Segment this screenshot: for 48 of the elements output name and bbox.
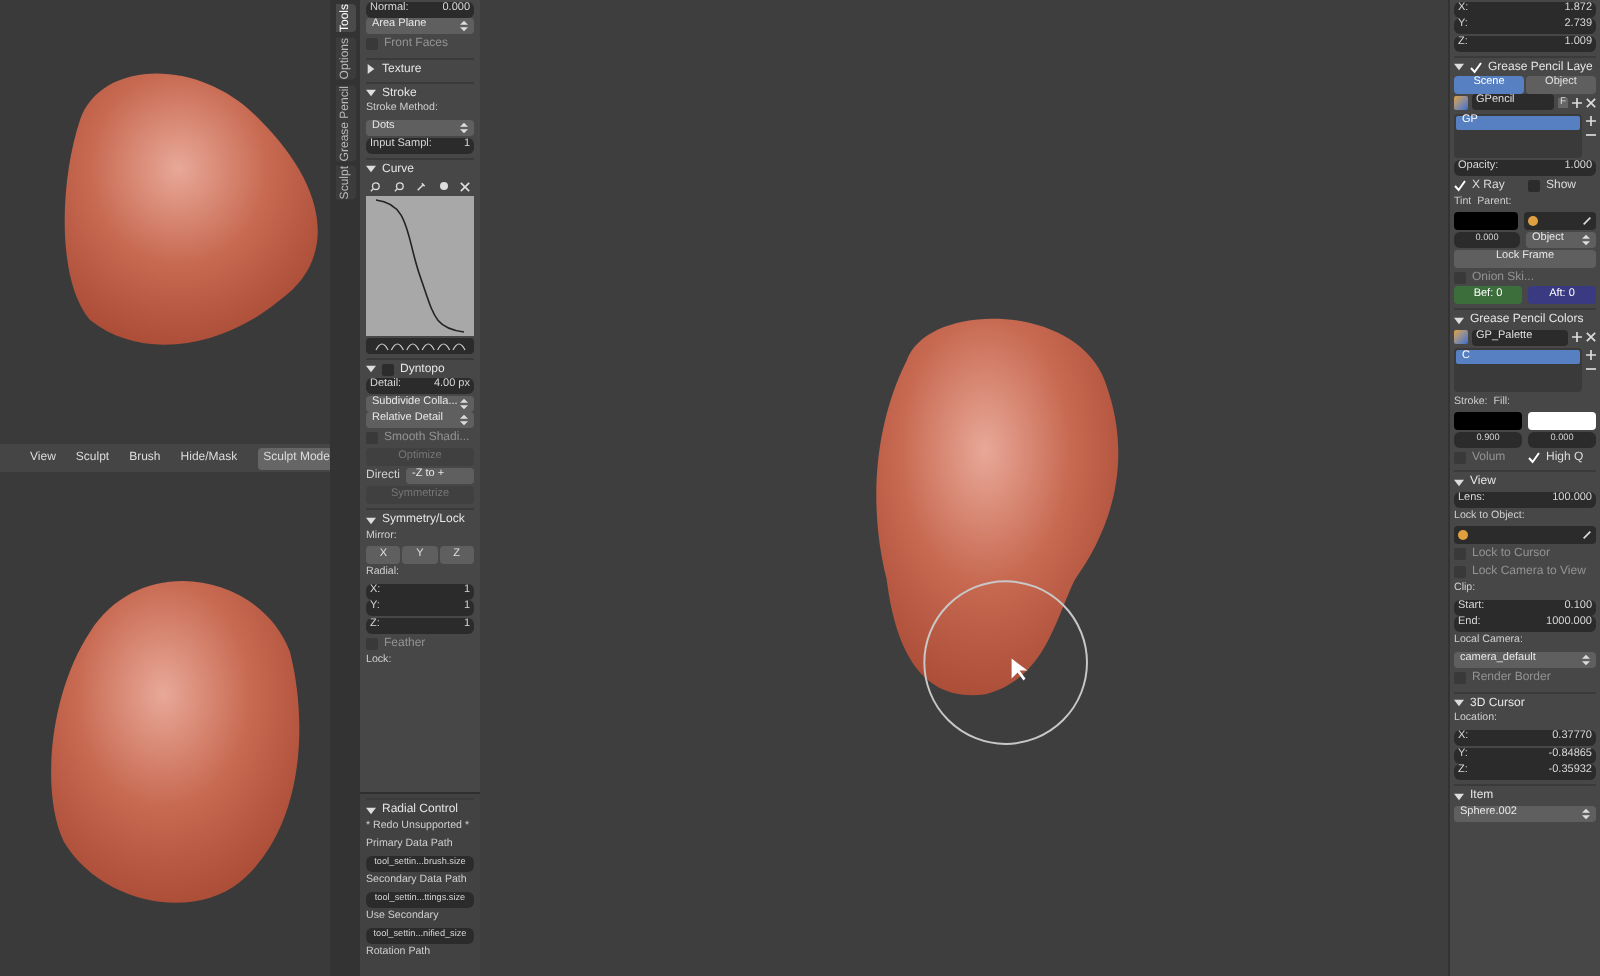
color-swatch[interactable] — [1454, 412, 1522, 430]
falloff-curve-graph[interactable] — [366, 195, 474, 335]
zoom-out-icon[interactable] — [393, 181, 403, 191]
eyedropper-icon[interactable] — [1582, 530, 1592, 540]
curve-preset-icons[interactable] — [366, 337, 474, 353]
updown-arrows-icon — [1582, 654, 1590, 666]
zoom-in-icon[interactable] — [370, 181, 380, 191]
disclosure-icon[interactable] — [366, 364, 376, 374]
color-swatch[interactable] — [1528, 412, 1596, 430]
checkbox[interactable] — [1528, 179, 1540, 191]
checkbox[interactable] — [1528, 451, 1540, 463]
disclosure-icon[interactable] — [1454, 315, 1464, 325]
eyedropper-icon[interactable] — [1582, 216, 1592, 226]
disclosure-icon[interactable] — [1454, 698, 1464, 708]
datablock-icon[interactable] — [1454, 95, 1468, 109]
disclosure-icon[interactable] — [366, 64, 376, 74]
add-icon[interactable] — [1572, 97, 1582, 107]
checkbox[interactable] — [1454, 179, 1466, 191]
add-icon[interactable] — [1586, 115, 1596, 125]
add-icon[interactable] — [1572, 332, 1582, 342]
updown-arrows-icon — [460, 20, 468, 32]
add-icon[interactable] — [1586, 350, 1596, 360]
updown-arrows-icon — [460, 397, 468, 409]
mouse-pointer-icon — [1011, 658, 1028, 681]
close-icon[interactable] — [1586, 97, 1596, 107]
disclosure-icon[interactable] — [366, 805, 376, 815]
dot-icon[interactable] — [439, 182, 447, 190]
object-icon — [1528, 216, 1538, 226]
disclosure-icon[interactable] — [1454, 477, 1464, 487]
object-picker[interactable] — [1524, 212, 1596, 230]
disclosure-icon[interactable] — [1454, 791, 1464, 801]
object-icon — [1458, 530, 1468, 540]
color-swatch[interactable] — [1454, 212, 1518, 230]
disclosure-icon[interactable] — [366, 164, 376, 174]
disclosure-icon[interactable] — [366, 88, 376, 98]
checkbox[interactable] — [1470, 61, 1482, 73]
close-icon[interactable] — [1586, 332, 1596, 342]
updown-arrows-icon — [460, 414, 468, 426]
remove-icon[interactable] — [1586, 129, 1596, 139]
updown-arrows-icon — [1582, 807, 1590, 819]
disclosure-icon[interactable] — [366, 515, 376, 525]
wrench-icon[interactable] — [416, 181, 426, 191]
remove-icon[interactable] — [1586, 364, 1596, 374]
close-icon[interactable] — [460, 181, 470, 191]
updown-arrows-icon — [1582, 233, 1590, 245]
checkbox[interactable] — [382, 363, 394, 375]
object-picker[interactable] — [1454, 526, 1596, 544]
updown-arrows-icon — [460, 122, 468, 134]
